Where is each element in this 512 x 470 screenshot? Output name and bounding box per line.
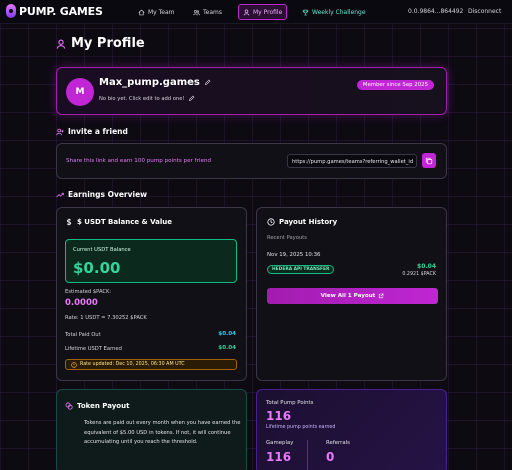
referrals-value: 0 — [326, 450, 335, 464]
invite-text: Share this link and earn 100 pump points… — [66, 158, 211, 164]
usdt-balance-title-text: $ USDT Balance & Value — [77, 218, 172, 226]
add-user-icon — [56, 128, 64, 135]
logo[interactable]: PUMP. GAMES — [6, 4, 103, 18]
payout-amount: $0.04 — [417, 263, 436, 270]
invite-title: Invite a friend — [68, 127, 128, 136]
payout-date: Nov 19, 2025 10:36 — [267, 252, 321, 258]
earnings-title: Earnings Overview — [68, 190, 148, 199]
profile-bio: No bio yet. Click edit to add one! — [99, 95, 195, 102]
token-payout-title: Token Payout — [65, 402, 129, 410]
total-paid-label: Total Paid Out — [65, 332, 101, 338]
wallet-address: 0.0.9864...864492 — [408, 8, 464, 15]
user-icon — [243, 9, 250, 16]
lifetime-points-label: Lifetime pump points earned — [266, 425, 336, 430]
profile-name: Max_pump.games — [99, 77, 211, 88]
nav-teams[interactable]: Teams — [189, 4, 226, 20]
nav-teams-label: Teams — [203, 8, 222, 16]
view-all-payouts-button[interactable]: View All 1 Payout — [267, 288, 438, 304]
lifetime-earned-label: Lifetime USDT Earned — [65, 346, 122, 352]
nav-weekly-challenge-label: Weekly Challenge — [312, 8, 366, 16]
usdt-balance-card: $ USDT Balance & Value Current USDT Bala… — [56, 207, 247, 381]
payout-history-title-text: Payout History — [279, 218, 338, 226]
payout-history-card-title: Payout History — [267, 218, 337, 226]
users-icon — [193, 9, 200, 15]
coins-icon — [65, 402, 73, 410]
avatar: M — [66, 78, 94, 106]
estimated-pack-value: 0.0000 — [65, 298, 98, 308]
referrals-label: Referrals — [326, 440, 350, 446]
logo-icon — [6, 4, 16, 18]
logo-text: PUMP. GAMES — [19, 4, 103, 18]
pump-points-card: Total Pump Points 116 Lifetime pump poin… — [256, 389, 447, 470]
nav-weekly-challenge[interactable]: Weekly Challenge — [298, 4, 370, 20]
invite-card: Share this link and earn 100 pump points… — [56, 143, 447, 179]
rate-updated-notice: Rate updated: Dec 10, 2025, 06:30 AM UTC — [65, 359, 237, 370]
current-balance-label: Current USDT Balance — [73, 247, 131, 253]
profile-card: M Max_pump.games No bio yet. Click edit … — [56, 67, 447, 115]
earnings-section-header: Earnings Overview — [56, 190, 147, 199]
dollar-icon — [66, 218, 72, 226]
nav-my-profile[interactable]: My Profile — [238, 4, 288, 20]
trending-up-icon — [56, 192, 64, 197]
exchange-rate-text: Rate: 1 USDT = 7.30252 $PACK — [65, 315, 147, 321]
clock-icon — [267, 218, 275, 226]
token-payout-title-text: Token Payout — [77, 402, 130, 410]
current-balance-value: $0.00 — [73, 259, 121, 277]
transfer-type-badge: HEDERA API TRANSFER — [267, 265, 335, 274]
payout-history-card: Payout History Recent Payouts Nov 19, 20… — [256, 207, 447, 381]
rate-updated-text: Rate updated: Dec 10, 2025, 06:30 AM UTC — [80, 362, 185, 367]
external-link-icon — [379, 293, 384, 299]
copy-icon — [425, 157, 433, 164]
total-paid-value: $0.04 — [218, 331, 236, 337]
lifetime-earned-value: $0.04 — [218, 345, 236, 351]
home-icon — [138, 9, 145, 15]
current-balance-box: Current USDT Balance $0.00 — [65, 239, 237, 283]
referral-link-field[interactable]: https://pump.games/teams?referring_walle… — [287, 154, 417, 168]
token-payout-card: Token Payout Tokens are paid out every m… — [56, 389, 247, 470]
view-all-payouts-label: View All 1 Payout — [320, 293, 376, 299]
gameplay-value: 116 — [266, 450, 292, 464]
points-divider — [307, 440, 308, 470]
gameplay-label: Gameplay — [266, 440, 294, 446]
nav-my-team[interactable]: My Team — [134, 4, 179, 20]
member-since-badge: Member since Sep 2025 — [356, 80, 434, 90]
page-title: My Profile — [56, 36, 145, 51]
copy-link-button[interactable] — [422, 153, 436, 168]
disconnect-button[interactable]: Disconnect — [468, 8, 501, 15]
edit-name-icon[interactable] — [204, 79, 211, 86]
invite-section-header: Invite a friend — [56, 127, 128, 136]
profile-bio-text: No bio yet. Click edit to add one! — [99, 95, 185, 102]
token-payout-text: Tokens are paid out every month when you… — [84, 420, 241, 445]
total-points-label: Total Pump Points — [266, 400, 314, 406]
top-nav: PUMP. GAMES My Team Teams My Profile Wee… — [0, 0, 512, 24]
nav-my-team-label: My Team — [148, 8, 175, 16]
payout-pack-amount: 0.2921 $PACK — [402, 272, 436, 277]
usdt-balance-card-title: $ USDT Balance & Value — [65, 218, 172, 226]
estimated-pack-label: Estimated $PACK: — [65, 289, 112, 295]
user-icon — [56, 39, 66, 49]
nav-my-profile-label: My Profile — [253, 8, 283, 16]
recent-payouts-label: Recent Payouts — [267, 235, 307, 241]
trophy-icon — [302, 9, 309, 15]
total-points-value: 116 — [266, 409, 292, 423]
page-title-text: My Profile — [71, 36, 145, 51]
edit-bio-icon[interactable] — [188, 95, 195, 102]
profile-name-text: Max_pump.games — [99, 77, 200, 88]
warning-icon — [71, 361, 77, 368]
